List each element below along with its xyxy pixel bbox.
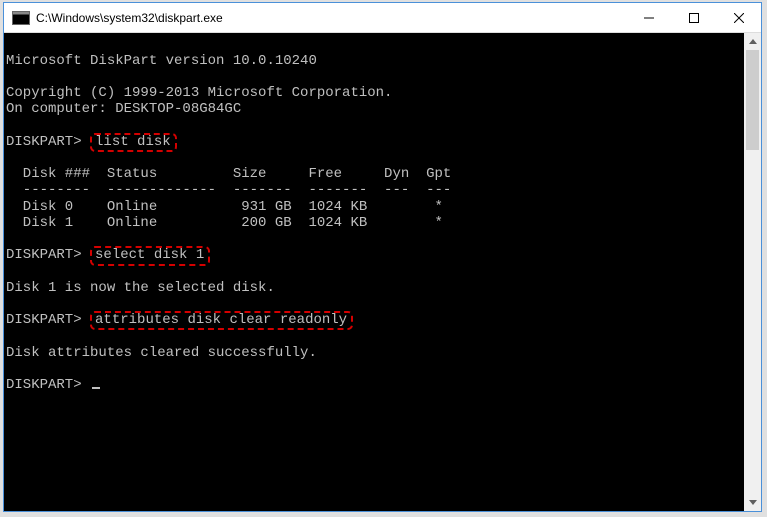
scroll-track[interactable] [744, 50, 761, 494]
blank-line [6, 264, 744, 280]
prompt-text: DISKPART> [6, 134, 82, 150]
minimize-button[interactable] [626, 3, 671, 32]
select-result: Disk 1 is now the selected disk. [6, 280, 744, 296]
blank-line [6, 37, 744, 53]
blank-line [6, 328, 744, 344]
prompt-line: DISKPART> attributes disk clear readonly [6, 312, 744, 329]
scroll-down-button[interactable] [744, 494, 761, 511]
highlight-list-disk: list disk [90, 133, 177, 153]
window-title: C:\Windows\system32\diskpart.exe [36, 11, 626, 25]
table-row: Disk 1 Online 200 GB 1024 KB * [6, 215, 744, 231]
version-line: Microsoft DiskPart version 10.0.10240 [6, 53, 744, 69]
blank-line [6, 296, 744, 312]
prompt-text: DISKPART> [6, 377, 82, 393]
window-controls [626, 3, 761, 32]
table-row: Disk 0 Online 931 GB 1024 KB * [6, 199, 744, 215]
prompt-text: DISKPART> [6, 312, 82, 328]
blank-line [6, 231, 744, 247]
close-button[interactable] [716, 3, 761, 32]
blank-line [6, 361, 744, 377]
blank-line [6, 150, 744, 166]
prompt-line: DISKPART> [6, 377, 744, 393]
prompt-text: DISKPART> [6, 247, 82, 263]
titlebar[interactable]: C:\Windows\system32\diskpart.exe [4, 3, 761, 33]
copyright-line: Copyright (C) 1999-2013 Microsoft Corpor… [6, 85, 744, 101]
prompt-line: DISKPART> select disk 1 [6, 247, 744, 264]
table-header: Disk ### Status Size Free Dyn Gpt [6, 166, 744, 182]
scroll-up-button[interactable] [744, 33, 761, 50]
maximize-button[interactable] [671, 3, 716, 32]
table-separator: -------- ------------- ------- ------- -… [6, 182, 744, 198]
blank-line [6, 69, 744, 85]
highlight-attributes: attributes disk clear readonly [90, 311, 353, 331]
prompt-line: DISKPART> list disk [6, 134, 744, 151]
app-icon [12, 11, 30, 25]
scroll-thumb[interactable] [746, 50, 759, 150]
cursor [92, 387, 100, 389]
highlight-select-disk: select disk 1 [90, 246, 210, 266]
console-area: Microsoft DiskPart version 10.0.10240 Co… [4, 33, 761, 511]
app-window: C:\Windows\system32\diskpart.exe Microso… [3, 2, 762, 512]
blank-line [6, 117, 744, 133]
computer-line: On computer: DESKTOP-08G84GC [6, 101, 744, 117]
vertical-scrollbar[interactable] [744, 33, 761, 511]
attr-result: Disk attributes cleared successfully. [6, 345, 744, 361]
console-output[interactable]: Microsoft DiskPart version 10.0.10240 Co… [4, 33, 744, 511]
